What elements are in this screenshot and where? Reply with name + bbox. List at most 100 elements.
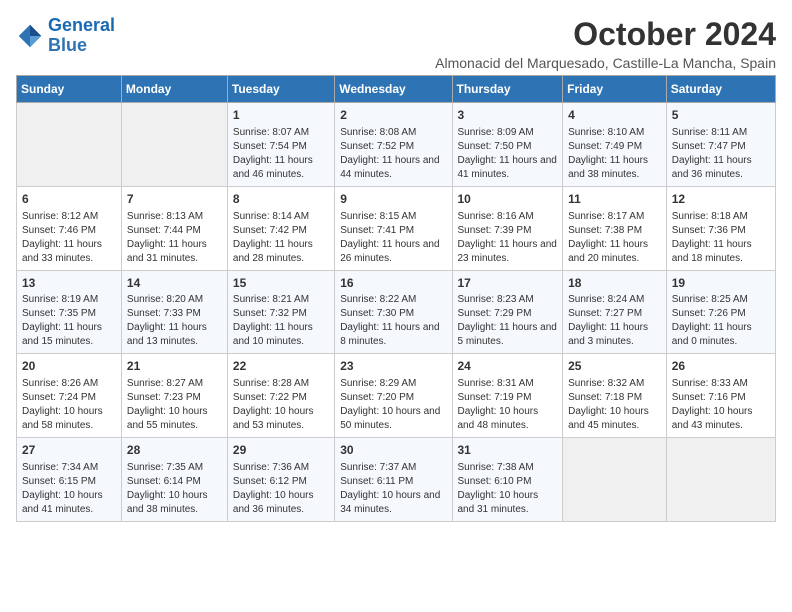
day-info: Daylight: 10 hours and 53 minutes. bbox=[233, 405, 329, 433]
month-title: October 2024 bbox=[435, 16, 776, 53]
calendar-cell bbox=[563, 438, 667, 522]
day-number: 7 bbox=[127, 191, 222, 208]
day-info: Sunset: 7:52 PM bbox=[340, 140, 446, 154]
logo-line1: General bbox=[48, 15, 115, 35]
calendar-cell: 8Sunrise: 8:14 AMSunset: 7:42 PMDaylight… bbox=[227, 186, 334, 270]
day-number: 19 bbox=[672, 275, 770, 292]
day-info: Sunset: 7:33 PM bbox=[127, 307, 222, 321]
calendar-cell: 6Sunrise: 8:12 AMSunset: 7:46 PMDaylight… bbox=[17, 186, 122, 270]
header-day-thursday: Thursday bbox=[452, 76, 563, 103]
day-info: Daylight: 10 hours and 43 minutes. bbox=[672, 405, 770, 433]
day-info: Sunrise: 8:19 AM bbox=[22, 293, 116, 307]
header-day-tuesday: Tuesday bbox=[227, 76, 334, 103]
day-info: Sunset: 6:11 PM bbox=[340, 475, 446, 489]
day-info: Sunrise: 8:31 AM bbox=[458, 377, 558, 391]
calendar-cell: 23Sunrise: 8:29 AMSunset: 7:20 PMDayligh… bbox=[335, 354, 452, 438]
calendar-cell: 21Sunrise: 8:27 AMSunset: 7:23 PMDayligh… bbox=[121, 354, 227, 438]
day-info: Daylight: 10 hours and 38 minutes. bbox=[127, 489, 222, 517]
calendar-cell: 9 Sunrise: 8:15 AMSunset: 7:41 PMDaylight… bbox=[335, 186, 452, 270]
day-number: 27 bbox=[22, 442, 116, 459]
calendar-cell: 24Sunrise: 8:31 AMSunset: 7:19 PMDayligh… bbox=[452, 354, 563, 438]
day-info: Sunset: 7:19 PM bbox=[458, 391, 558, 405]
day-info: Daylight: 11 hours and 10 minutes. bbox=[233, 321, 329, 349]
day-info: Sunset: 7:38 PM bbox=[568, 224, 661, 238]
calendar-cell: 20Sunrise: 8:26 AMSunset: 7:24 PMDayligh… bbox=[17, 354, 122, 438]
logo-line2: Blue bbox=[48, 35, 87, 55]
calendar-cell: 2Sunrise: 8:08 AMSunset: 7:52 PMDaylight… bbox=[335, 103, 452, 187]
day-info: Sunrise: 8:15 AM bbox=[340, 210, 446, 224]
day-number: 15 bbox=[233, 275, 329, 292]
logo: General Blue bbox=[16, 16, 115, 56]
week-row-4: 27Sunrise: 7:34 AMSunset: 6:15 PMDayligh… bbox=[17, 438, 776, 522]
calendar-cell: 16Sunrise: 8:22 AMSunset: 7:30 PMDayligh… bbox=[335, 270, 452, 354]
day-info: Daylight: 11 hours and 0 minutes. bbox=[672, 321, 770, 349]
day-number: 28 bbox=[127, 442, 222, 459]
day-info: Sunrise: 8:22 AM bbox=[340, 293, 446, 307]
header-day-sunday: Sunday bbox=[17, 76, 122, 103]
day-info: Daylight: 11 hours and 41 minutes. bbox=[458, 154, 558, 182]
day-number: 8 bbox=[233, 191, 329, 208]
week-row-2: 13Sunrise: 8:19 AMSunset: 7:35 PMDayligh… bbox=[17, 270, 776, 354]
day-info: Daylight: 11 hours and 23 minutes. bbox=[458, 238, 558, 266]
day-info: Sunrise: 7:34 AM bbox=[22, 461, 116, 475]
day-number: 9 bbox=[340, 191, 446, 208]
location-subtitle: Almonacid del Marquesado, Castille-La Ma… bbox=[435, 55, 776, 71]
day-info: Sunrise: 8:14 AM bbox=[233, 210, 329, 224]
day-info: Sunrise: 8:17 AM bbox=[568, 210, 661, 224]
day-info: Sunset: 7:49 PM bbox=[568, 140, 661, 154]
day-info: Sunrise: 8:32 AM bbox=[568, 377, 661, 391]
day-info: Daylight: 11 hours and 20 minutes. bbox=[568, 238, 661, 266]
calendar-cell: 26Sunrise: 8:33 AMSunset: 7:16 PMDayligh… bbox=[666, 354, 775, 438]
day-info: Sunrise: 7:36 AM bbox=[233, 461, 329, 475]
day-number: 17 bbox=[458, 275, 558, 292]
day-info: Sunset: 7:41 PM bbox=[340, 224, 446, 238]
day-info: Sunset: 7:39 PM bbox=[458, 224, 558, 238]
header-day-friday: Friday bbox=[563, 76, 667, 103]
day-info: Daylight: 10 hours and 31 minutes. bbox=[458, 489, 558, 517]
day-info: Daylight: 10 hours and 50 minutes. bbox=[340, 405, 446, 433]
day-number: 16 bbox=[340, 275, 446, 292]
day-info: Sunrise: 8:28 AM bbox=[233, 377, 329, 391]
day-info: Daylight: 11 hours and 36 minutes. bbox=[672, 154, 770, 182]
day-info: Daylight: 11 hours and 38 minutes. bbox=[568, 154, 661, 182]
day-info: Sunrise: 7:35 AM bbox=[127, 461, 222, 475]
day-info: Daylight: 11 hours and 26 minutes. bbox=[340, 238, 446, 266]
day-info: Sunset: 6:12 PM bbox=[233, 475, 329, 489]
title-block: October 2024 Almonacid del Marquesado, C… bbox=[435, 16, 776, 71]
day-number: 3 bbox=[458, 107, 558, 124]
day-number: 29 bbox=[233, 442, 329, 459]
calendar-cell: 22Sunrise: 8:28 AMSunset: 7:22 PMDayligh… bbox=[227, 354, 334, 438]
day-info: Daylight: 10 hours and 41 minutes. bbox=[22, 489, 116, 517]
week-row-3: 20Sunrise: 8:26 AMSunset: 7:24 PMDayligh… bbox=[17, 354, 776, 438]
calendar-cell: 7Sunrise: 8:13 AMSunset: 7:44 PMDaylight… bbox=[121, 186, 227, 270]
day-info: Daylight: 10 hours and 48 minutes. bbox=[458, 405, 558, 433]
calendar-cell: 10 Sunrise: 8:16 AMSunset: 7:39 PMDayligh… bbox=[452, 186, 563, 270]
day-number: 2 bbox=[340, 107, 446, 124]
day-number: 10 bbox=[458, 191, 558, 208]
day-info: Sunset: 7:35 PM bbox=[22, 307, 116, 321]
day-info: Sunrise: 8:09 AM bbox=[458, 126, 558, 140]
day-info: Sunset: 6:14 PM bbox=[127, 475, 222, 489]
day-info: Sunrise: 7:38 AM bbox=[458, 461, 558, 475]
calendar-cell: 27 Sunrise: 7:34 AMSunset: 6:15 PMDayligh… bbox=[17, 438, 122, 522]
calendar-cell: 25Sunrise: 8:32 AMSunset: 7:18 PMDayligh… bbox=[563, 354, 667, 438]
day-info: Sunrise: 8:16 AM bbox=[458, 210, 558, 224]
day-number: 22 bbox=[233, 358, 329, 375]
day-info: Sunrise: 8:11 AM bbox=[672, 126, 770, 140]
day-number: 4 bbox=[568, 107, 661, 124]
page-header: General Blue October 2024 Almonacid del … bbox=[16, 16, 776, 71]
day-number: 18 bbox=[568, 275, 661, 292]
day-info: Sunrise: 8:07 AM bbox=[233, 126, 329, 140]
day-info: Daylight: 10 hours and 58 minutes. bbox=[22, 405, 116, 433]
day-info: Sunrise: 8:29 AM bbox=[340, 377, 446, 391]
calendar-cell: 17Sunrise: 8:23 AMSunset: 7:29 PMDayligh… bbox=[452, 270, 563, 354]
day-info: Sunset: 6:15 PM bbox=[22, 475, 116, 489]
day-info: Daylight: 10 hours and 55 minutes. bbox=[127, 405, 222, 433]
day-info: Sunset: 7:20 PM bbox=[340, 391, 446, 405]
day-number: 1 bbox=[233, 107, 329, 124]
day-info: Sunset: 7:30 PM bbox=[340, 307, 446, 321]
day-number: 5 bbox=[672, 107, 770, 124]
day-info: Sunset: 7:29 PM bbox=[458, 307, 558, 321]
day-info: Daylight: 11 hours and 33 minutes. bbox=[22, 238, 116, 266]
day-info: Daylight: 11 hours and 31 minutes. bbox=[127, 238, 222, 266]
